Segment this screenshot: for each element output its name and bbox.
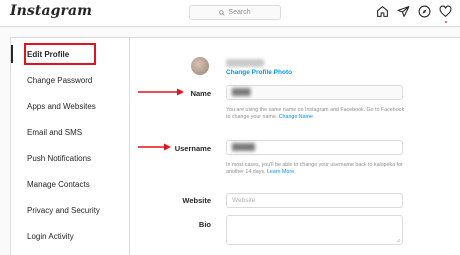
search-icon: [219, 9, 226, 16]
sidebar-item-manage-contacts[interactable]: Manage Contacts: [11, 175, 129, 193]
search-input[interactable]: Search: [189, 5, 281, 20]
notification-dot: [445, 21, 447, 23]
settings-card: Edit Profile Change Password Apps and We…: [10, 37, 460, 255]
instagram-logo[interactable]: Instagram: [10, 3, 92, 19]
name-help-text: You are using the same name on Instagram…: [226, 107, 405, 120]
direct-icon[interactable]: [397, 5, 410, 18]
annotation-arrow-name: [138, 88, 184, 96]
change-profile-photo-link[interactable]: Change Profile Photo: [226, 69, 292, 76]
explore-icon[interactable]: [418, 5, 431, 18]
username-field[interactable]: █████: [226, 140, 403, 155]
home-icon[interactable]: [376, 5, 389, 18]
bio-field[interactable]: [226, 215, 403, 245]
sidebar-item-apps-and-websites[interactable]: Apps and Websites: [11, 97, 129, 115]
learn-more-link[interactable]: Learn More: [267, 169, 294, 175]
sidebar-item-change-password[interactable]: Change Password: [11, 71, 129, 89]
avatar[interactable]: [191, 57, 209, 75]
activity-heart-icon[interactable]: [439, 5, 452, 18]
settings-sidebar: Edit Profile Change Password Apps and We…: [11, 38, 130, 255]
username-help-text: In most cases, you'll be able to change …: [226, 162, 403, 175]
website-field[interactable]: Website: [226, 193, 403, 208]
resize-grip-icon[interactable]: [396, 238, 401, 243]
edit-profile-form: Change Profile Photo Name ████ You are u…: [131, 38, 460, 255]
name-label: Name: [190, 89, 211, 98]
profile-username-redacted: [226, 59, 264, 67]
top-navigation-bar: Instagram Search: [0, 0, 460, 27]
search-placeholder: Search: [228, 9, 251, 16]
highlight-box-edit-profile: [24, 43, 96, 65]
change-name-link[interactable]: Change Name: [279, 114, 313, 120]
name-field[interactable]: ████: [226, 85, 403, 100]
sidebar-item-push-notifications[interactable]: Push Notifications: [11, 149, 129, 167]
username-label: Username: [174, 144, 211, 153]
bio-label: Bio: [198, 220, 211, 229]
sidebar-item-email-and-sms[interactable]: Email and SMS: [11, 123, 129, 141]
annotation-arrow-username: [138, 143, 171, 151]
sidebar-item-login-activity[interactable]: Login Activity: [11, 227, 129, 245]
website-label: Website: [182, 196, 211, 205]
sidebar-item-privacy-and-security[interactable]: Privacy and Security: [11, 201, 129, 219]
